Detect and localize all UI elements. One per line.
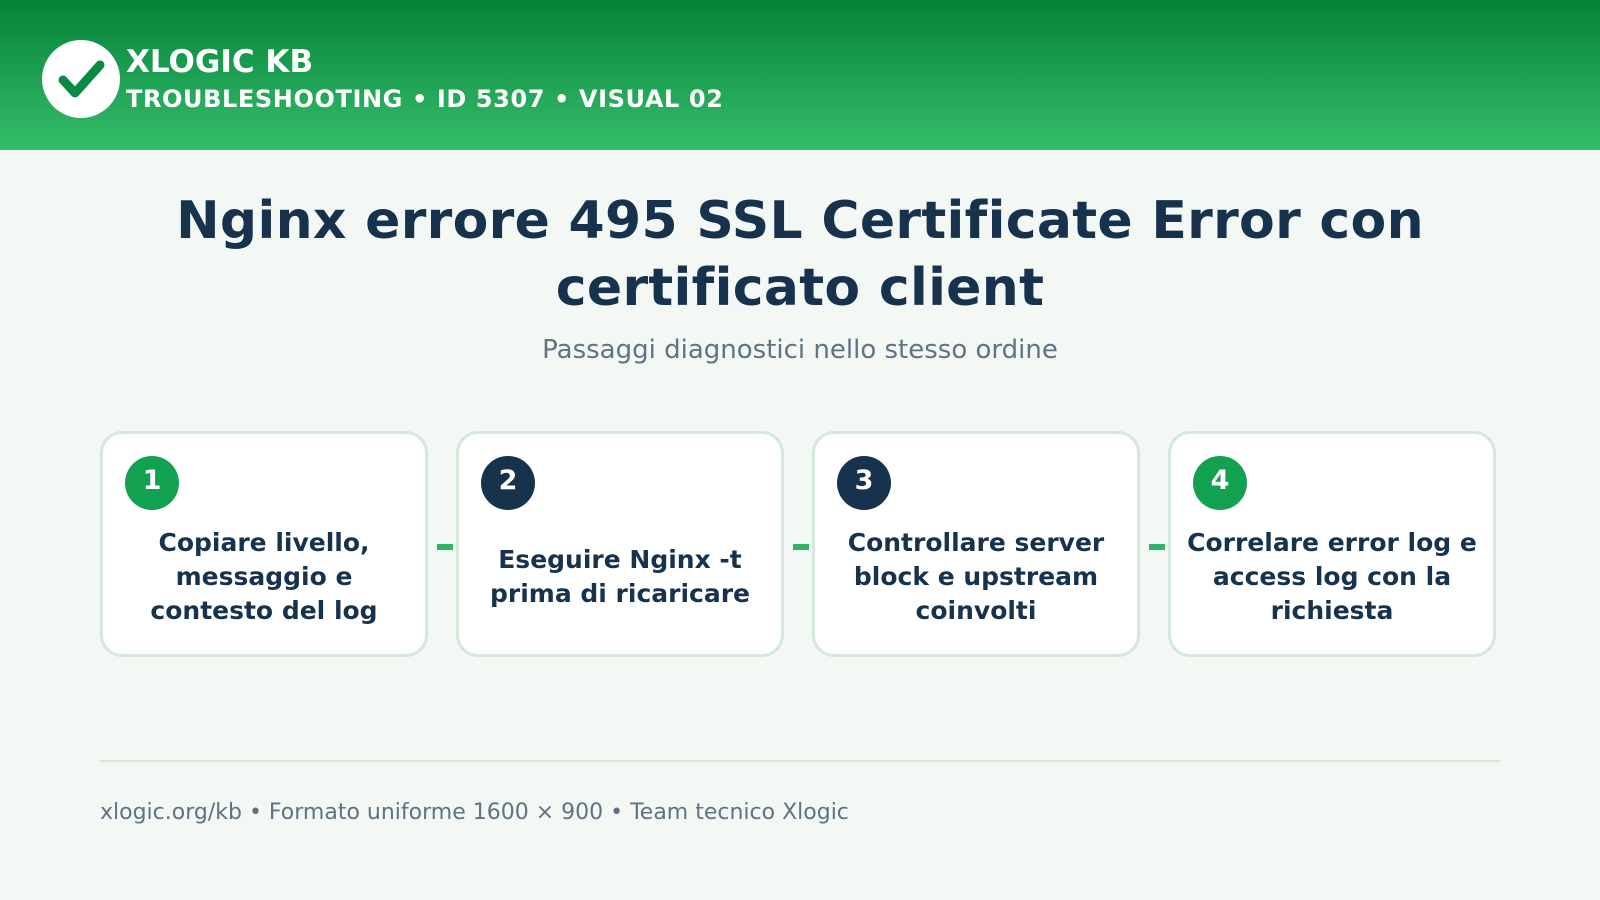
step-card-4: 4 Correlare error log e access log con l… <box>1168 431 1496 657</box>
step-connector <box>437 544 453 550</box>
step-text: Controllare server block e upstream coin… <box>847 528 1105 625</box>
page-title: Nginx errore 495 SSL Certificate Error c… <box>176 191 1424 318</box>
step-card-3: 3 Controllare server block e upstream co… <box>812 431 1140 657</box>
logo <box>42 40 120 118</box>
check-icon <box>58 60 105 98</box>
step-text: Eseguire Nginx -t prima di ricaricare <box>489 545 751 608</box>
footer-text: xlogic.org/kb • Formato uniforme 1600 × … <box>100 800 849 825</box>
step-number-badge: 1 <box>125 456 179 510</box>
footer-divider <box>100 760 1500 762</box>
step-text: Correlare error log e access log con la … <box>1187 528 1477 625</box>
step-text: Copiare livello, messaggio e contesto de… <box>150 528 378 625</box>
step-card-2: 2 Eseguire Nginx -t prima di ricaricare <box>456 431 784 657</box>
step-card-1: 1 Copiare livello, messaggio e contesto … <box>100 431 428 657</box>
step-connector <box>793 544 809 550</box>
brand-name: XLOGIC KB <box>126 44 314 80</box>
step-connector <box>1149 544 1165 550</box>
header-kicker: TROUBLESHOOTING • ID 5307 • VISUAL 02 <box>126 85 724 113</box>
header-banner: XLOGIC KB TROUBLESHOOTING • ID 5307 • VI… <box>0 0 1600 150</box>
step-number-badge: 4 <box>1193 456 1247 510</box>
step-number-badge: 2 <box>481 456 535 510</box>
step-number-badge: 3 <box>837 456 891 510</box>
page-subtitle: Passaggi diagnostici nello stesso ordine <box>542 335 1058 365</box>
